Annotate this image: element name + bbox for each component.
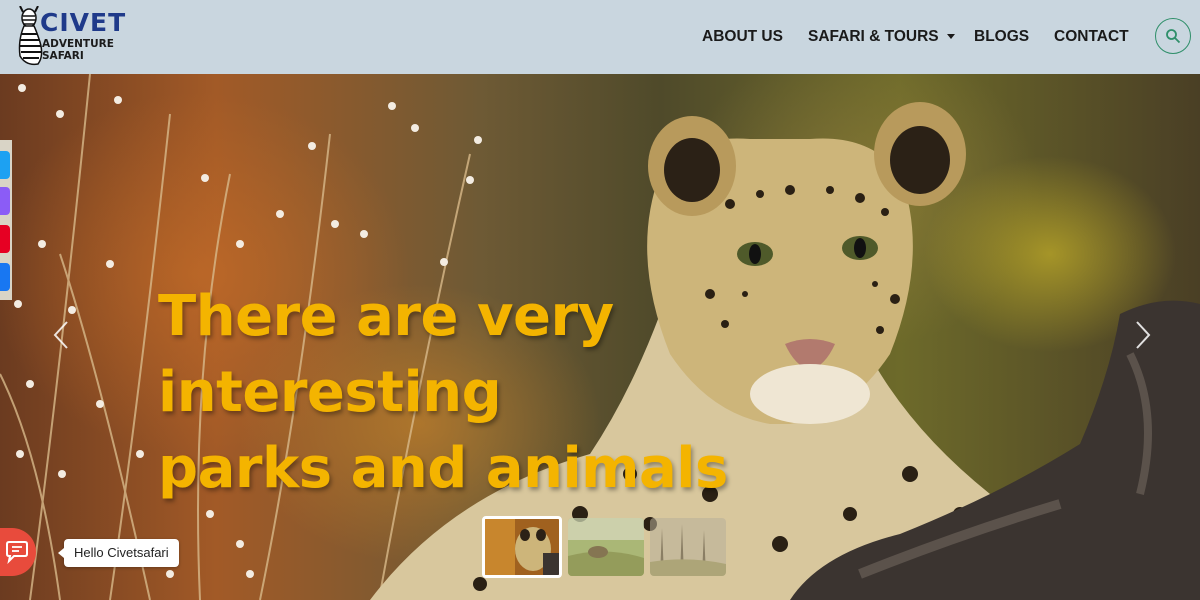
chevron-right-icon[interactable] — [1132, 320, 1152, 350]
hero-heading-line2: parks and animals — [158, 436, 728, 501]
hero-slider: There are very interesting parks and ani… — [0, 74, 1200, 600]
nav-safari-tours-label: SAFARI & TOURS — [808, 28, 939, 45]
nav-contact[interactable]: CONTACT — [1054, 27, 1129, 47]
messenger-icon[interactable] — [0, 187, 10, 215]
twitter-icon[interactable] — [0, 151, 10, 179]
facebook-icon[interactable] — [0, 263, 10, 291]
search-button[interactable] — [1155, 18, 1191, 54]
hero-heading-line1: There are very interesting — [158, 284, 614, 425]
leopard-thumbnail[interactable] — [482, 516, 562, 578]
savanna-thumbnail[interactable] — [568, 518, 644, 576]
site-header: CIVET ADVENTURE SAFARI ABOUT US SAFARI &… — [0, 0, 1200, 74]
pinterest-icon[interactable] — [0, 225, 10, 253]
caret-down-icon — [946, 34, 955, 40]
chevron-left-icon[interactable] — [52, 320, 72, 350]
nav-safari-tours[interactable]: SAFARI & TOURS — [808, 27, 955, 47]
chat-icon — [6, 541, 28, 564]
trees-thumbnail[interactable] — [650, 518, 726, 576]
nav-blogs[interactable]: BLOGS — [974, 27, 1029, 47]
search-icon — [1166, 29, 1181, 44]
hero-heading: There are very interesting parks and ani… — [158, 279, 958, 507]
main-navigation: ABOUT US SAFARI & TOURS BLOGS CONTACT — [0, 27, 1200, 47]
chat-greeting[interactable]: Hello Civetsafari — [58, 539, 179, 567]
nav-about-us[interactable]: ABOUT US — [702, 27, 783, 47]
